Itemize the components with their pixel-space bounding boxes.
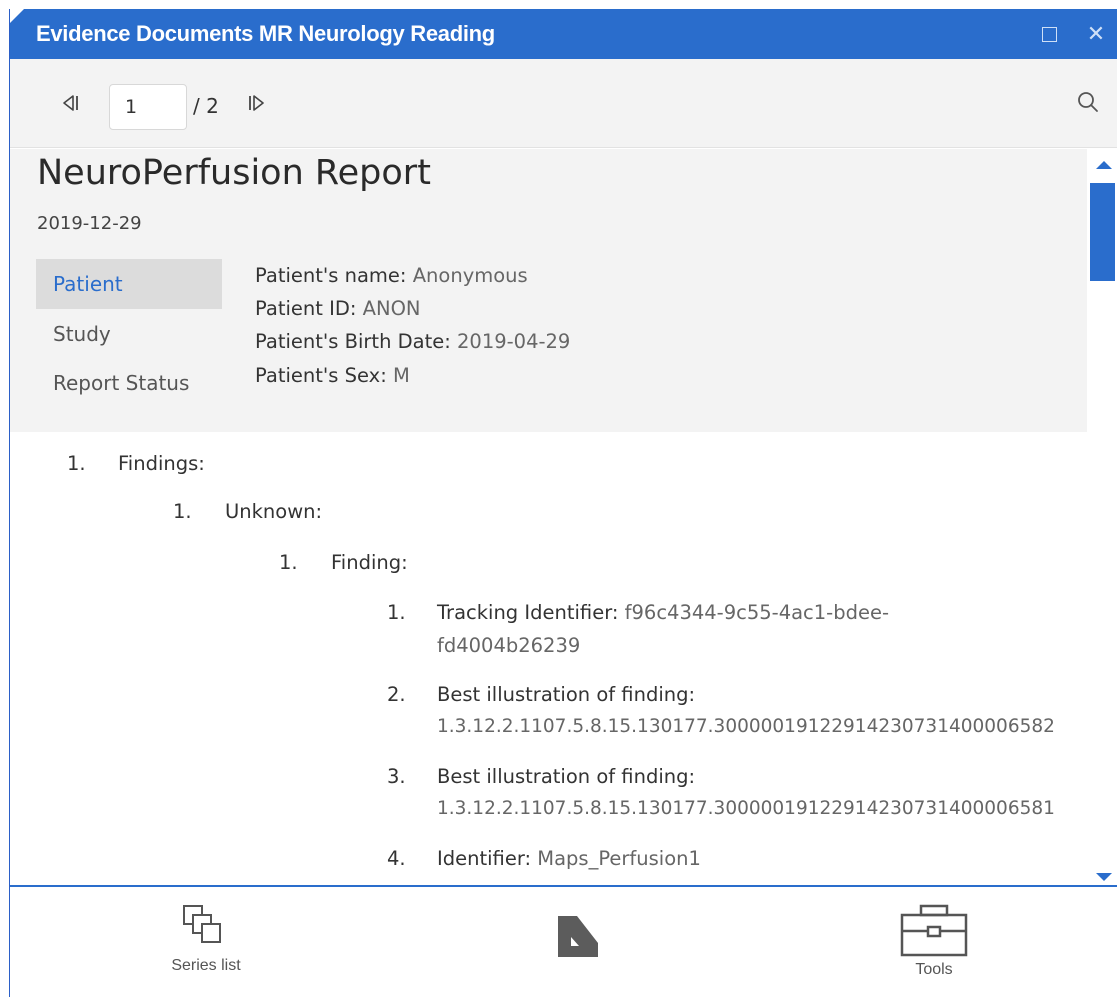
maximize-icon (1041, 26, 1057, 42)
patient-sex-row: Patient's Sex: M (255, 364, 410, 387)
patient-name-label: Patient's name: (255, 264, 407, 287)
patient-birth-date-value: 2019-04-29 (457, 330, 571, 353)
page-navigation-bar: / 2 (10, 59, 1117, 148)
report-title: NeuroPerfusion Report (37, 153, 431, 193)
close-icon: ✕ (1086, 21, 1106, 47)
list-number: 1. (173, 500, 192, 523)
report-date: 2019-12-29 (37, 213, 142, 234)
toolbox-icon (900, 904, 968, 957)
list-number: 4. (387, 847, 406, 870)
tools-label: Tools (915, 961, 953, 978)
maximize-button[interactable] (1037, 22, 1061, 46)
item-value: f96c4344-9c55-4ac1-bdee- (624, 601, 890, 624)
report-content: NeuroPerfusion Report 2019-12-29 Patient… (10, 149, 1117, 885)
app-logo-icon (558, 916, 598, 957)
list-number: 1. (279, 551, 298, 574)
list-label: Findings: (118, 452, 205, 475)
list-label: Best illustration of finding: (437, 765, 696, 788)
window-title: Evidence Documents MR Neurology Reading (36, 21, 495, 46)
patient-id-row: Patient ID: ANON (255, 297, 421, 320)
report-header: NeuroPerfusion Report 2019-12-29 Patient… (10, 149, 1087, 432)
skip-previous-icon[interactable] (60, 93, 80, 113)
app-logo (548, 913, 608, 959)
best-illustration-1-value: 1.3.12.2.1107.5.8.15.130177.300000191229… (437, 716, 1055, 737)
patient-id-label: Patient ID: (255, 297, 357, 320)
tab-report-status[interactable]: Report Status (36, 358, 222, 408)
tab-study[interactable]: Study (36, 309, 222, 359)
patient-sex-value: M (392, 364, 410, 387)
patient-sex-label: Patient's Sex: (255, 364, 387, 387)
patient-birth-date-label: Patient's Birth Date: (255, 330, 451, 353)
list-number: 2. (387, 683, 406, 706)
patient-birth-date-row: Patient's Birth Date: 2019-04-29 (255, 330, 570, 353)
tab-patient[interactable]: Patient (36, 259, 222, 309)
list-number: 1. (67, 452, 86, 475)
list-number: 1. (387, 601, 406, 624)
close-button[interactable]: ✕ (1084, 21, 1108, 47)
list-label: Unknown: (225, 500, 323, 523)
patient-id-value: ANON (362, 297, 421, 320)
search-icon[interactable] (1076, 90, 1100, 114)
skip-next-icon[interactable] (247, 93, 267, 113)
patient-name-row: Patient's name: Anonymous (255, 264, 528, 287)
item-label: Tracking Identifier: (437, 601, 619, 624)
scroll-down-arrow-icon[interactable] (1096, 873, 1112, 881)
scrollbar-thumb[interactable] (1090, 183, 1115, 281)
page-number-input[interactable] (109, 84, 187, 130)
list-label: Finding: (331, 551, 408, 574)
list-number: 3. (387, 765, 406, 788)
best-illustration-2-value: 1.3.12.2.1107.5.8.15.130177.300000191229… (437, 798, 1055, 819)
series-list-button[interactable]: Series list (160, 903, 252, 975)
tools-button[interactable]: Tools (888, 903, 980, 979)
series-list-label: Series list (171, 957, 241, 974)
title-bar: Evidence Documents MR Neurology Reading … (10, 9, 1117, 59)
series-list-icon (183, 905, 221, 943)
evidence-documents-window: Evidence Documents MR Neurology Reading … (9, 9, 1117, 997)
list-label: Identifier: Maps_Perfusion1 (437, 847, 701, 870)
patient-name-value: Anonymous (412, 264, 528, 287)
item-label: Identifier: (437, 847, 532, 870)
bottom-toolbar: Series list Tools (10, 885, 1117, 997)
item-value: Maps_Perfusion1 (537, 847, 701, 870)
list-label: Best illustration of finding: (437, 683, 696, 706)
tracking-identifier-value-continued: fd4004b26239 (437, 634, 581, 657)
scroll-up-arrow-icon[interactable] (1096, 161, 1112, 169)
page-total: / 2 (193, 94, 219, 118)
corner-mark (10, 9, 24, 23)
list-label: Tracking Identifier: f96c4344-9c55-4ac1-… (437, 601, 889, 624)
